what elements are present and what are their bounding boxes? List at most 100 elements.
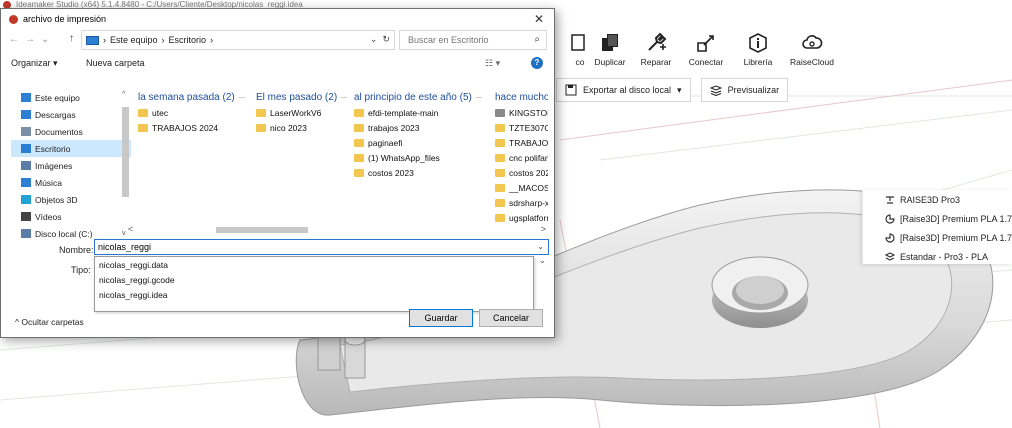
scroll-right-icon[interactable]: >: [541, 224, 546, 234]
filament-right-row[interactable]: [Raise3D] Premium PLA 1.75: [863, 228, 1012, 247]
file-group: hace mucho KINGSTON TZTE307C TRABAJOS cnc po…: [495, 89, 548, 225]
folder-item[interactable]: trabajos 2023: [354, 121, 482, 135]
scroll-thumb[interactable]: [216, 227, 308, 233]
filament-icon: [885, 232, 895, 243]
preview-layers-icon: [709, 85, 722, 96]
cancel-button[interactable]: Cancelar: [479, 309, 543, 327]
folder-item[interactable]: LaserWorkV6: [256, 106, 347, 120]
export-local-button[interactable]: Exportar al disco local ▾: [556, 78, 691, 102]
folder-item[interactable]: TRABAJOS: [495, 136, 548, 150]
folder-name: trabajos 2023: [368, 123, 420, 133]
folder-item[interactable]: nico 2023: [256, 121, 347, 135]
computer-icon: [86, 35, 99, 45]
group-header[interactable]: El mes pasado (2): [256, 89, 347, 105]
help-icon[interactable]: ?: [531, 57, 543, 69]
refresh-icon[interactable]: ⌄ ↻: [370, 34, 390, 45]
autocomplete-item[interactable]: nicolas_reggi.data: [95, 259, 533, 272]
folder-item[interactable]: efdi-template-main: [354, 106, 482, 120]
layers-icon: [885, 251, 895, 261]
videos-icon: [21, 212, 31, 221]
organize-button[interactable]: Organizar ▾: [11, 58, 58, 69]
nav-item-label: Documentos: [35, 126, 83, 137]
chevron-down-icon: ▾: [677, 84, 682, 95]
nav-item[interactable]: Escritorio: [11, 140, 131, 157]
save-button[interactable]: Guardar: [409, 309, 473, 327]
filename-label: Nombre:: [59, 245, 94, 255]
template-row[interactable]: Estandar - Pro3 - PLA: [863, 247, 1012, 266]
nav-item[interactable]: Imágenes: [11, 157, 131, 174]
scroll-up-icon[interactable]: ^: [122, 91, 125, 98]
group-header[interactable]: la semana pasada (2): [138, 89, 245, 105]
folder-name: costos 2023: [368, 168, 414, 178]
nav-item[interactable]: Música: [11, 174, 131, 191]
folder-icon: [495, 124, 505, 132]
file-group: El mes pasado (2) LaserWorkV6 nico 2023: [256, 89, 347, 135]
breadcrumb-este-equipo[interactable]: Este equipo: [110, 35, 158, 45]
folder-icon: [354, 154, 364, 162]
folder-name: utec: [152, 108, 169, 118]
raisecloud-button[interactable]: RaiseCloud: [782, 32, 842, 67]
folder-icon: [495, 184, 505, 192]
autocomplete-item[interactable]: nicolas_reggi.gcode: [95, 274, 533, 287]
folder-icon: [495, 139, 505, 147]
folder-item[interactable]: __MACOSX: [495, 181, 548, 195]
preview-button[interactable]: Previsualizar: [700, 78, 789, 102]
folder-item[interactable]: cnc polifam: [495, 151, 548, 165]
folder-item[interactable]: costos 2023: [354, 166, 482, 180]
file-list: la semana pasada (2) utec TRABAJOS 2024 El …: [138, 89, 548, 225]
folder-icon: [354, 139, 364, 147]
folder-item[interactable]: ugsplatforn: [495, 211, 548, 225]
folder-icon: [495, 154, 505, 162]
folder-item[interactable]: sdrsharp-x: [495, 196, 548, 210]
up-arrow-icon[interactable]: ↑: [69, 33, 74, 44]
address-bar[interactable]: › Este equipo › Escritorio › ⌄ ↻: [81, 30, 395, 50]
folder-name: TRABAJOS: [509, 138, 548, 148]
folder-icon: [495, 214, 505, 222]
folder-item[interactable]: costos 2022: [495, 166, 548, 180]
folder-item[interactable]: TRABAJOS 2024: [138, 121, 245, 135]
download-icon: [21, 110, 31, 119]
folder-item[interactable]: TZTE307C: [495, 121, 548, 135]
hide-folders-toggle[interactable]: ^ Ocultar carpetas: [15, 317, 84, 327]
scroll-left-icon[interactable]: <: [128, 224, 133, 234]
folder-name: TRABAJOS 2024: [152, 123, 219, 133]
connect-button[interactable]: Conectar: [676, 32, 736, 67]
cloud-icon: [802, 35, 823, 49]
nav-item[interactable]: Vídeos: [11, 208, 131, 225]
folder-item[interactable]: paginaefi: [354, 136, 482, 150]
nav-item[interactable]: Este equipo: [11, 89, 131, 106]
search-input[interactable]: Buscar en Escritorio ⌕: [399, 30, 547, 50]
folder-name: ugsplatforn: [509, 213, 548, 223]
close-icon[interactable]: ✕: [534, 12, 544, 26]
folder-icon: [138, 109, 148, 117]
library-button[interactable]: Librería: [728, 32, 788, 67]
desktop-icon: [21, 144, 31, 153]
folder-icon: [495, 169, 505, 177]
folder-item[interactable]: utec: [138, 106, 245, 120]
chevron-down-icon[interactable]: ⌄: [537, 240, 544, 254]
nav-scrollbar[interactable]: ^ v: [121, 91, 130, 237]
back-forward-icon[interactable]: ←→⌄: [9, 34, 55, 45]
nav-item[interactable]: Objetos 3D: [11, 191, 131, 208]
filename-input[interactable]: nicolas_reggi ⌄: [94, 239, 549, 255]
autocomplete-item[interactable]: nicolas_reggi.idea: [95, 289, 533, 302]
folder-name: paginaefi: [368, 138, 403, 148]
nav-item[interactable]: Documentos: [11, 123, 131, 140]
folder-icon: [354, 124, 364, 132]
folder-item[interactable]: (1) WhatsApp_files: [354, 151, 482, 165]
group-header[interactable]: hace mucho: [495, 89, 548, 105]
breadcrumb-escritorio[interactable]: Escritorio: [169, 35, 207, 45]
export-bar: Exportar al disco local ▾ Previsualizar: [556, 78, 789, 102]
new-folder-button[interactable]: Nueva carpeta: [86, 58, 145, 68]
file-group: al principio de este año (5) efdi-templat…: [354, 89, 482, 180]
folder-name: cnc polifam: [509, 153, 548, 163]
scroll-thumb[interactable]: [122, 107, 129, 197]
folder-item[interactable]: KINGSTON: [495, 106, 548, 120]
filetype-dropdown-icon[interactable]: ⌄: [539, 256, 546, 265]
horizontal-scrollbar[interactable]: < >: [124, 224, 548, 235]
printer-row[interactable]: RAISE3D Pro3: [863, 190, 1012, 209]
nav-item[interactable]: Descargas: [11, 106, 131, 123]
view-options-icon[interactable]: ☷ ▾: [485, 58, 500, 69]
filament-left-row[interactable]: [Raise3D] Premium PLA 1.75: [863, 209, 1012, 228]
group-header[interactable]: al principio de este año (5): [354, 89, 482, 105]
